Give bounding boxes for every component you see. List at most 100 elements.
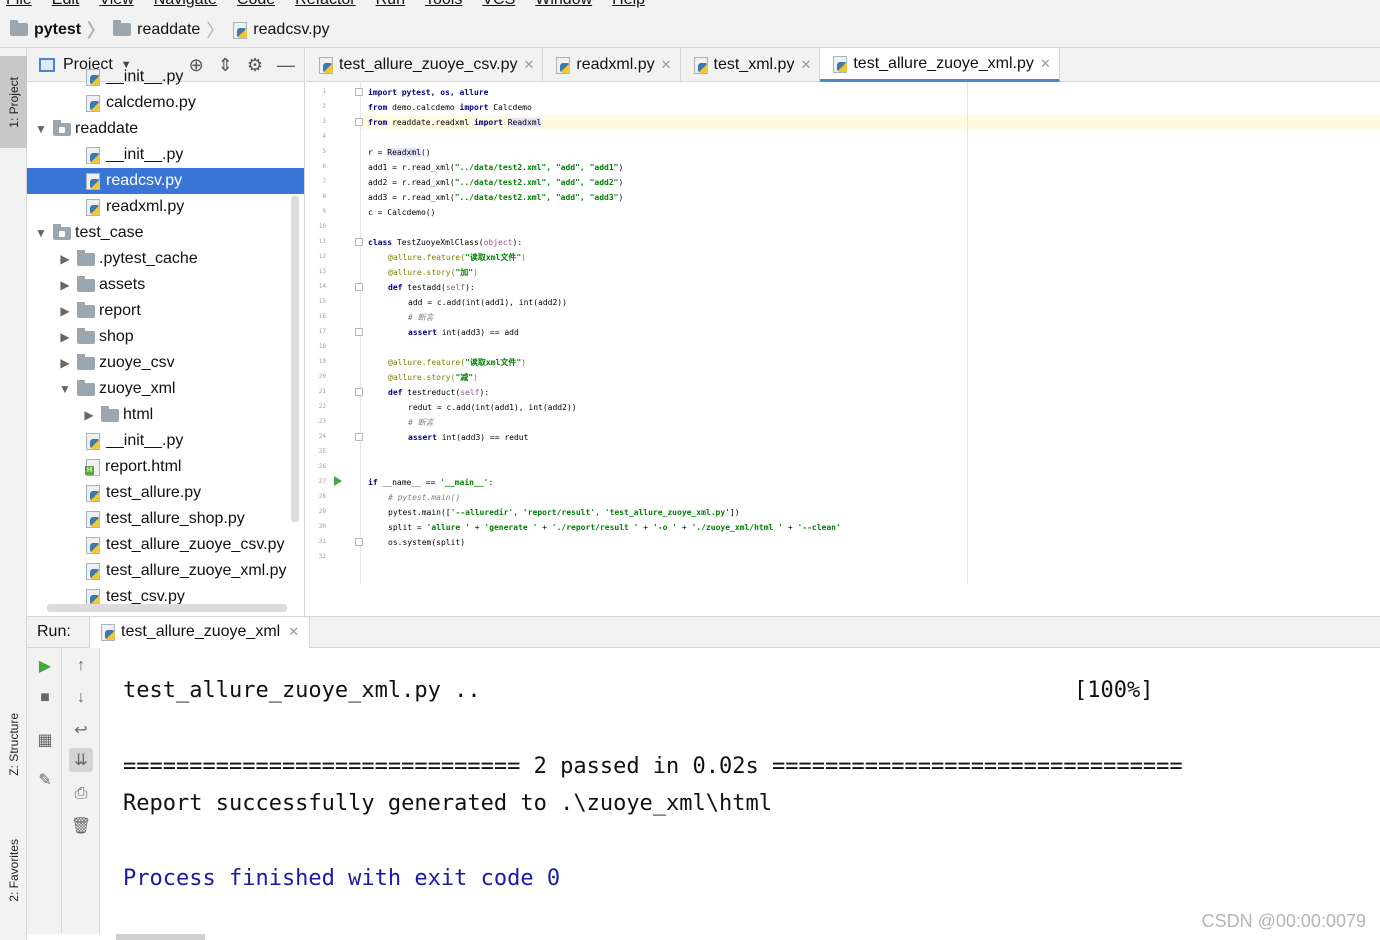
menu-bar: File Edit View Navigate Code Refactor Ru… [0, 0, 1380, 12]
menu-window[interactable]: Window [535, 0, 592, 9]
watermark: CSDN @00:00:0079 [1201, 911, 1366, 931]
tree-item[interactable]: __init__.py [27, 142, 304, 168]
tree-item[interactable]: readxml.py [27, 194, 304, 220]
chevron-right-icon[interactable]: ▶ [57, 278, 73, 292]
chevron-right-icon[interactable]: ▶ [81, 408, 97, 422]
breadcrumb-file[interactable]: readcsv.py [232, 21, 329, 39]
tree-item[interactable]: test_allure.py [27, 480, 304, 506]
chevron-right-icon[interactable]: ▶ [57, 252, 73, 266]
stop-icon[interactable]: ■ [33, 686, 57, 710]
tab-test-allure-zuoye-xml[interactable]: test_allure_zuoye_xml.py ✕ [820, 48, 1060, 82]
folder-icon [10, 20, 28, 36]
tree-folder[interactable]: ▼ zuoye_xml [27, 376, 304, 402]
tab-project-tool[interactable]: 1: Project [0, 56, 27, 148]
breadcrumb-project[interactable]: pytest 〉 [10, 17, 105, 43]
chevron-right-icon[interactable]: ▶ [57, 330, 73, 344]
tree-item[interactable]: test_allure_shop.py [27, 506, 304, 532]
tree-folder[interactable]: ▶ zuoye_csv [27, 350, 304, 376]
run-gutter-icon[interactable] [334, 476, 342, 486]
arrow-down-icon[interactable]: ↓ [69, 686, 93, 710]
run-toolbar: ▶ ■ ▦ ✎ [27, 648, 62, 934]
close-icon[interactable]: ✕ [288, 624, 299, 640]
chevron-right-icon: 〉 [206, 20, 225, 41]
tree-item[interactable]: __init__.py [27, 428, 304, 454]
tree-folder[interactable]: ▶ shop [27, 324, 304, 350]
menu-code[interactable]: Code [237, 0, 275, 9]
menu-tools[interactable]: Tools [425, 0, 462, 9]
tab-readxml[interactable]: readxml.py ✕ [543, 48, 681, 82]
menu-navigate[interactable]: Navigate [154, 0, 217, 9]
code-line: import pytest, os, allure [368, 88, 489, 97]
project-panel: Project ▼ ⊕ ⇕ ⚙ — __init__.py calcdemo.p… [27, 48, 305, 616]
folder-icon [113, 20, 132, 36]
code-line: pytest.main(['--alluredir', 'report/resu… [388, 508, 740, 517]
code-line: redut = c.add(int(add1), int(add2)) [408, 403, 577, 412]
tree-folder[interactable]: ▼ readdate [27, 116, 304, 142]
close-icon[interactable]: ✕ [523, 57, 534, 73]
tree-folder[interactable]: ▶ assets [27, 272, 304, 298]
pin-icon[interactable]: ✎ [33, 768, 57, 792]
close-icon[interactable]: ✕ [800, 57, 811, 73]
tab-test-xml[interactable]: test_xml.py ✕ [681, 48, 821, 82]
code-line: add1 = r.read_xml("../data/test2.xml", "… [368, 163, 624, 172]
tree-item[interactable]: report.html [27, 454, 304, 480]
breadcrumb: pytest 〉 readdate 〉 readcsv.py [0, 12, 1380, 48]
fold-icon[interactable] [355, 118, 363, 126]
fold-icon[interactable] [355, 538, 363, 546]
python-file-icon [85, 589, 101, 606]
code-editor[interactable]: from readdate.readxml import Readxml 1 2… [306, 82, 1380, 584]
menu-run[interactable]: Run [376, 0, 405, 9]
tree-folder[interactable]: ▶ report [27, 298, 304, 324]
rerun-icon[interactable]: ▶ [33, 654, 57, 678]
scroll-to-end-icon[interactable]: ⇊ [69, 748, 93, 772]
tab-test-allure-zuoye-csv[interactable]: test_allure_zuoye_csv.py ✕ [306, 48, 544, 82]
tree-folder[interactable]: ▶ .pytest_cache [27, 246, 304, 272]
tree-item[interactable]: __init__.py [27, 64, 304, 90]
layout-icon[interactable]: ▦ [33, 728, 57, 752]
tree-item-selected[interactable]: readcsv.py [27, 168, 304, 194]
console-horizontal-scrollbar[interactable] [116, 934, 205, 940]
code-line: r = Readxml() [368, 148, 431, 157]
tree-horizontal-scrollbar[interactable] [47, 604, 287, 612]
fold-icon[interactable] [355, 388, 363, 396]
chevron-right-icon[interactable]: ▶ [57, 356, 73, 370]
run-console[interactable]: test_allure_zuoye_xml.py .. [100%] =====… [100, 648, 1380, 934]
chevron-down-icon[interactable]: ▼ [33, 226, 49, 240]
menu-vcs[interactable]: VCS [482, 0, 515, 9]
tree-item[interactable]: calcdemo.py [27, 90, 304, 116]
code-line: add3 = r.read_xml("../data/test2.xml", "… [368, 193, 624, 202]
tree-folder[interactable]: ▶ html [27, 402, 304, 428]
fold-icon[interactable] [355, 88, 363, 96]
code-line: os.system(split) [388, 538, 466, 547]
tree-item[interactable]: test_allure_zuoye_csv.py [27, 532, 304, 558]
menu-view[interactable]: View [99, 0, 133, 9]
tree-folder[interactable]: ▼ test_case [27, 220, 304, 246]
menu-edit[interactable]: Edit [52, 0, 80, 9]
chevron-right-icon[interactable]: ▶ [57, 304, 73, 318]
menu-help[interactable]: Help [612, 0, 645, 9]
arrow-up-icon[interactable]: ↑ [69, 654, 93, 678]
print-icon[interactable]: ⎙ [69, 782, 93, 806]
menu-file[interactable]: File [6, 0, 32, 9]
chevron-down-icon[interactable]: ▼ [57, 382, 73, 396]
menu-refactor[interactable]: Refactor [295, 0, 355, 9]
fold-icon[interactable] [355, 283, 363, 291]
close-icon[interactable]: ✕ [661, 57, 672, 73]
fold-icon[interactable] [355, 328, 363, 336]
chevron-down-icon[interactable]: ▼ [33, 122, 49, 136]
run-tab[interactable]: test_allure_zuoye_xml ✕ [89, 616, 311, 648]
left-tool-strip: 1: Project Z: Structure 2: Favorites [0, 48, 27, 940]
breadcrumb-folder[interactable]: readdate 〉 [113, 17, 224, 43]
close-icon[interactable]: ✕ [1040, 56, 1051, 72]
folder-icon [77, 249, 95, 266]
python-file-icon [85, 147, 101, 164]
soft-wrap-icon[interactable]: ↩ [69, 718, 93, 742]
python-file-icon [85, 433, 101, 450]
tab-favorites-tool[interactable]: 2: Favorites [0, 820, 27, 920]
tree-item[interactable]: test_allure_zuoye_xml.py [27, 558, 304, 584]
trash-icon[interactable]: 🗑 [69, 814, 93, 838]
fold-icon[interactable] [355, 433, 363, 441]
tree-vertical-scrollbar[interactable] [291, 196, 299, 522]
tab-structure-tool[interactable]: Z: Structure [0, 688, 27, 800]
fold-icon[interactable] [355, 238, 363, 246]
